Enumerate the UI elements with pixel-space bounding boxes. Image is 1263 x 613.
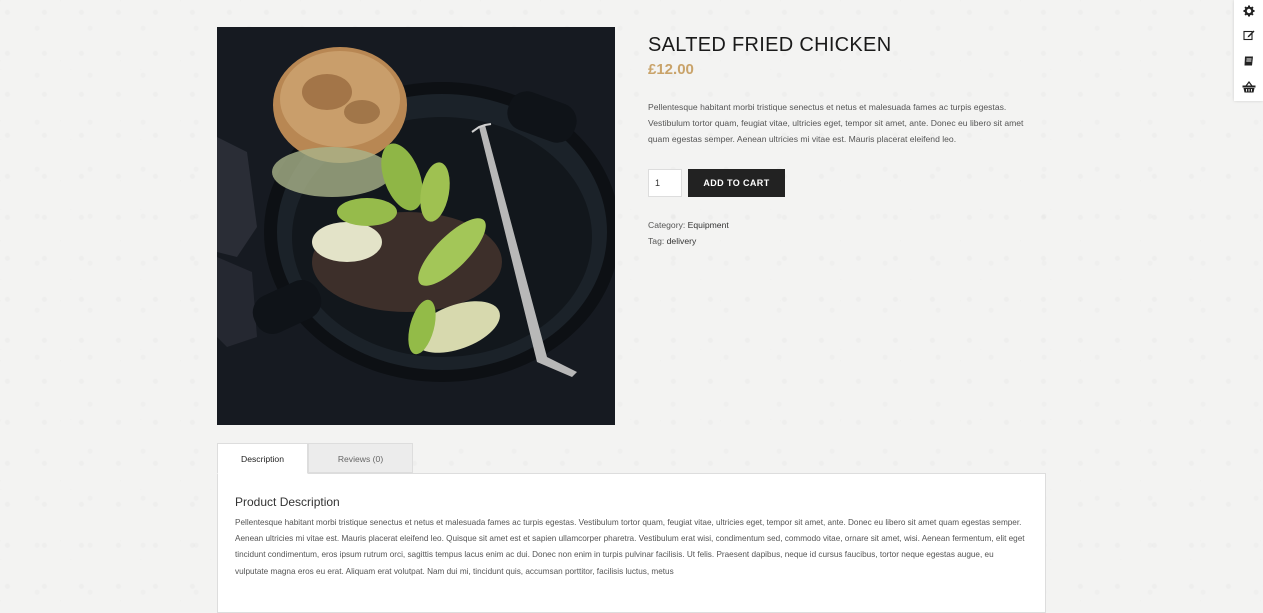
panel-text: Pellentesque habitant morbi tristique se… bbox=[235, 518, 1025, 576]
tab-reviews[interactable]: Reviews (0) bbox=[308, 443, 413, 473]
tag-link[interactable]: delivery bbox=[667, 236, 697, 246]
book-icon bbox=[1243, 55, 1255, 67]
product-short-description: Pellentesque habitant morbi tristique se… bbox=[648, 102, 1024, 144]
add-to-cart-button[interactable]: ADD TO CART bbox=[688, 169, 785, 197]
product-category: Category: Equipment bbox=[648, 217, 1033, 233]
product-title: SALTED FRIED CHICKEN bbox=[648, 34, 892, 56]
tab-description[interactable]: Description bbox=[217, 443, 308, 474]
category-link[interactable]: Equipment bbox=[688, 220, 729, 230]
docs-button[interactable] bbox=[1234, 50, 1263, 72]
product-image[interactable] bbox=[217, 27, 615, 425]
panel-heading: Product Description bbox=[235, 495, 340, 509]
product-price: £12.00 bbox=[648, 61, 694, 78]
basket-icon bbox=[1242, 81, 1256, 93]
cart-button[interactable] bbox=[1234, 76, 1263, 98]
add-to-cart-form: ADD TO CART bbox=[648, 169, 1033, 197]
category-label: Category: bbox=[648, 220, 686, 230]
description-panel: Product Description Pellentesque habitan… bbox=[217, 473, 1046, 613]
settings-button[interactable] bbox=[1234, 0, 1263, 22]
side-toolbar bbox=[1234, 0, 1263, 101]
product-tabs: Description Reviews (0) bbox=[217, 443, 413, 474]
edit-button[interactable] bbox=[1234, 24, 1263, 46]
product-tag: Tag: delivery bbox=[648, 233, 1033, 249]
quantity-input[interactable] bbox=[648, 169, 682, 197]
edit-icon bbox=[1242, 29, 1255, 41]
product-summary: SALTED FRIED CHICKEN £12.00 Pellentesque… bbox=[648, 33, 1033, 249]
product-meta: Category: Equipment Tag: delivery bbox=[648, 217, 1033, 249]
tag-label: Tag: bbox=[648, 236, 665, 246]
gear-icon bbox=[1243, 5, 1255, 17]
